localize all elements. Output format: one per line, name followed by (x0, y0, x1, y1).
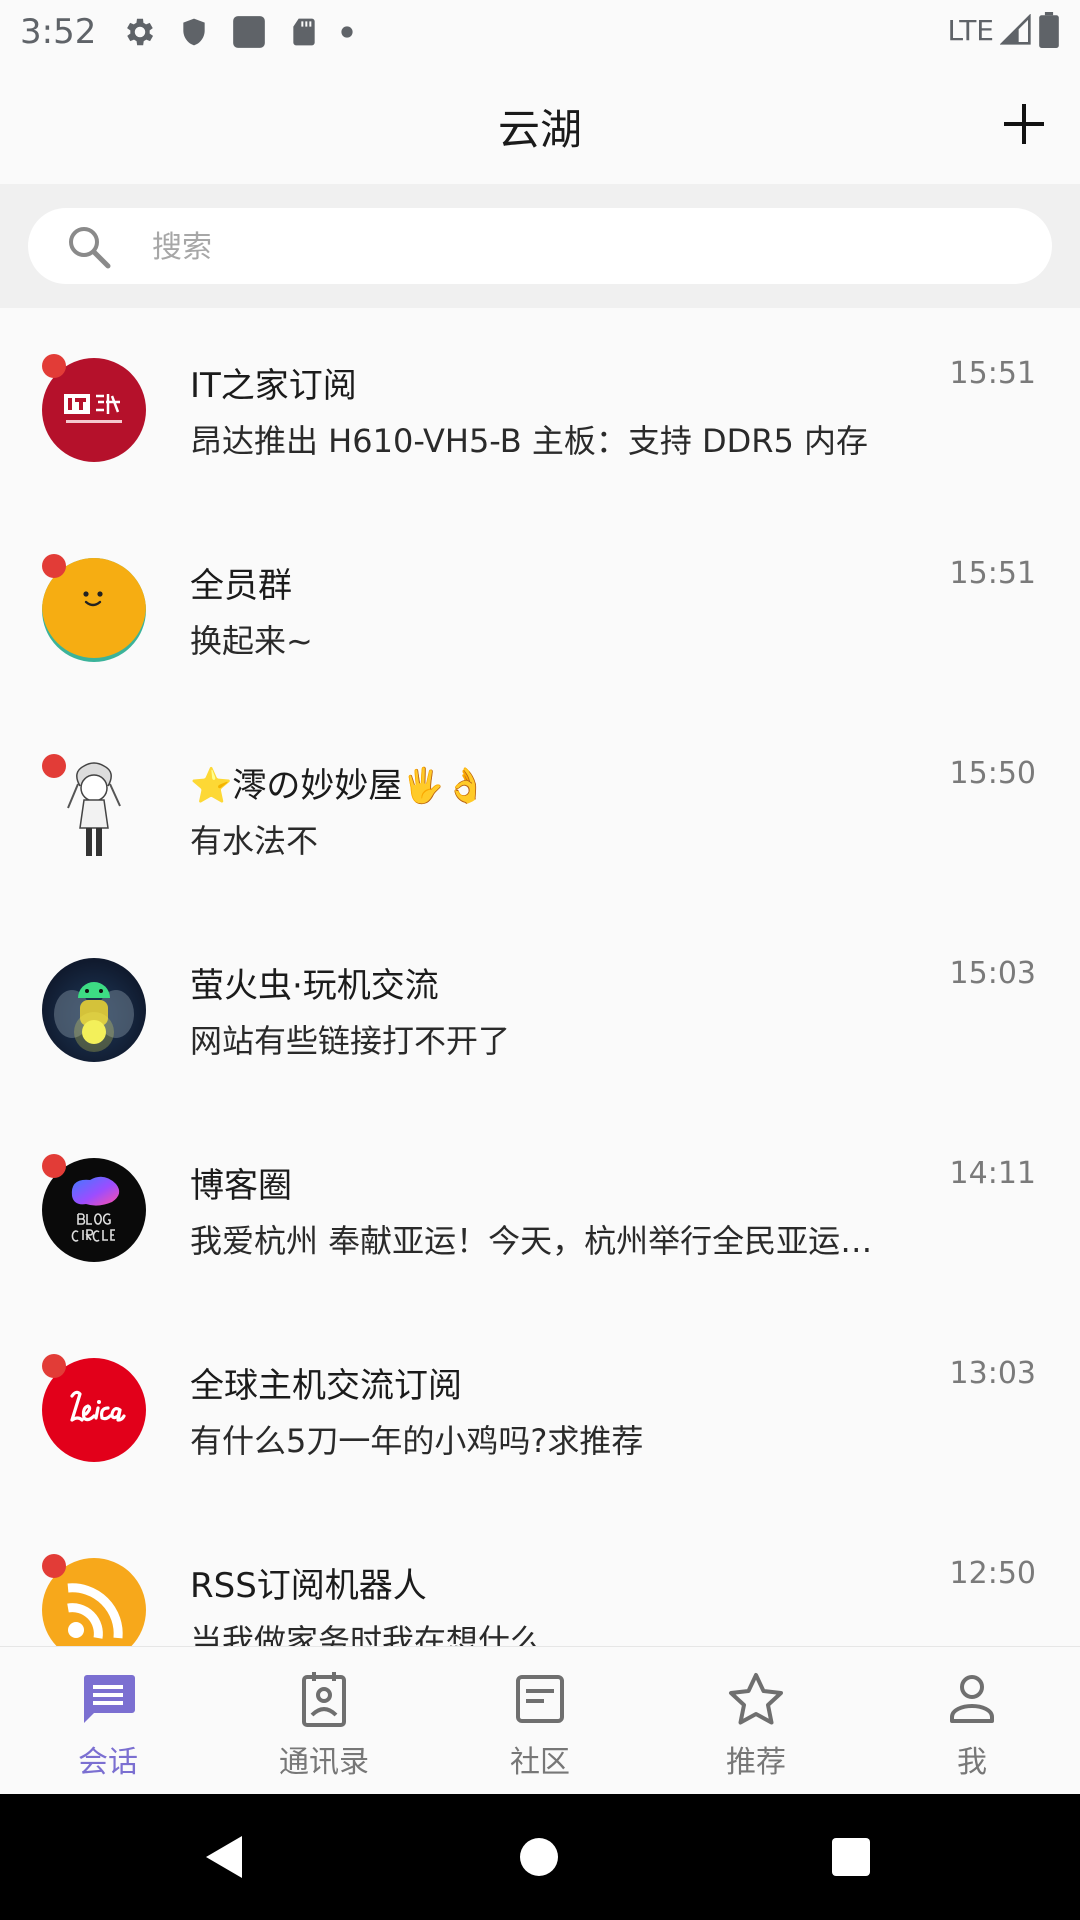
conversation-item[interactable]: ⭐澪の妙妙屋🖐👌 有水法不 15:50 (0, 708, 1080, 908)
add-button[interactable] (992, 92, 1056, 156)
nav-label: 推荐 (726, 1745, 786, 1780)
square-icon (233, 16, 265, 48)
nav-label: 通讯录 (279, 1745, 369, 1780)
system-navigation-bar (0, 1794, 1080, 1920)
shield-icon (183, 18, 205, 46)
person-icon (950, 1675, 994, 1723)
status-time: 3:52 (20, 12, 97, 52)
conversation-list: IT之家订阅 昂达推出 H610-VH5-B 主板：支持 DDR5 内存 15:… (0, 308, 1080, 1646)
status-notification-icons (122, 14, 354, 50)
conversation-name: RSS订阅机器人 (190, 1566, 427, 1606)
unread-indicator (42, 354, 66, 378)
status-system-icons: LTE (947, 12, 1060, 48)
conversation-item[interactable]: RSS订阅机器人 当我做家务时我在想什么 12:50 (0, 1508, 1080, 1646)
nav-label: 我 (957, 1745, 987, 1780)
nav-tab-recommend[interactable]: 推荐 (648, 1647, 864, 1795)
bottom-navigation: 会话 通讯录 社区 推荐 我 (0, 1646, 1080, 1795)
unread-indicator (42, 754, 66, 778)
contacts-icon (302, 1672, 346, 1727)
conversation-item[interactable]: 全员群 换起来~ 15:51 (0, 508, 1080, 708)
recents-icon[interactable] (830, 1836, 872, 1878)
conversation-time: 13:03 (949, 1356, 1036, 1391)
conversation-preview: 当我做家务时我在想什么 (190, 1622, 543, 1646)
search-bar[interactable] (28, 208, 1052, 284)
conversation-item[interactable]: 全球主机交流订阅 有什么5刀一年的小鸡吗?求推荐 13:03 (0, 1308, 1080, 1508)
conversation-name: 全员群 (190, 566, 292, 606)
nav-label: 社区 (510, 1745, 570, 1780)
avatar (42, 958, 146, 1062)
unread-indicator (42, 1354, 66, 1378)
conversation-preview: 我爱杭州 奉献亚运！今天，杭州举行全民亚运活动 (190, 1222, 900, 1260)
dot-icon (341, 26, 353, 38)
community-icon (516, 1675, 564, 1723)
unread-indicator (42, 554, 66, 578)
gear-icon (127, 18, 154, 46)
conversation-item[interactable]: IT之家订阅 昂达推出 H610-VH5-B 主板：支持 DDR5 内存 15:… (0, 308, 1080, 508)
back-icon[interactable] (202, 1834, 246, 1880)
conversation-time: 15:50 (949, 756, 1036, 791)
conversation-preview: 有什么5刀一年的小鸡吗?求推荐 (190, 1422, 644, 1460)
conversation-name: 博客圈 (190, 1166, 292, 1206)
conversation-preview: 昂达推出 H610-VH5-B 主板：支持 DDR5 内存 (190, 422, 869, 460)
conversation-time: 15:03 (949, 956, 1036, 991)
search-icon (69, 227, 111, 269)
nav-tab-community[interactable]: 社区 (432, 1647, 648, 1795)
conversation-time: 14:11 (949, 1156, 1036, 1191)
nav-tab-chats[interactable]: 会话 (0, 1647, 216, 1795)
conversation-time: 15:51 (949, 356, 1036, 391)
star-icon (729, 1673, 783, 1725)
conversation-preview: 有水法不 (190, 822, 319, 860)
firefly-android-icon (54, 982, 134, 1052)
signal-icon (1000, 14, 1031, 45)
conversation-preview: 网站有些链接打不开了 (190, 1022, 511, 1060)
chat-icon (84, 1675, 135, 1723)
unread-indicator (42, 1554, 66, 1578)
battery-icon (1039, 12, 1059, 48)
nav-tab-me[interactable]: 我 (864, 1647, 1080, 1795)
conversation-name: IT之家订阅 (190, 366, 357, 406)
network-type: LTE (947, 13, 994, 47)
page-title: 云湖 (497, 105, 582, 154)
nav-tab-contacts[interactable]: 通讯录 (216, 1647, 432, 1795)
nav-label: 会话 (78, 1745, 138, 1780)
status-bar: 3:52 LTE (0, 0, 1080, 64)
plus-icon (1004, 104, 1044, 144)
conversation-preview: 换起来~ (190, 622, 313, 660)
unread-indicator (42, 1154, 66, 1178)
conversation-item[interactable]: 萤火虫·玩机交流 网站有些链接打不开了 15:03 (0, 908, 1080, 1108)
conversation-item[interactable]: 博客圈 我爱杭州 奉献亚运！今天，杭州举行全民亚运活动 14:11 (0, 1108, 1080, 1308)
conversation-name: 萤火虫·玩机交流 (190, 966, 439, 1006)
sd-card-icon (293, 18, 315, 46)
conversation-name: 全球主机交流订阅 (190, 1366, 462, 1406)
search-area (0, 184, 1080, 308)
app-bar: 云湖 (0, 64, 1080, 184)
home-icon[interactable] (518, 1836, 560, 1878)
search-input[interactable] (150, 220, 1014, 274)
conversation-time: 12:50 (949, 1556, 1036, 1591)
conversation-time: 15:51 (949, 556, 1036, 591)
conversation-name: ⭐澪の妙妙屋🖐👌 (190, 766, 488, 806)
